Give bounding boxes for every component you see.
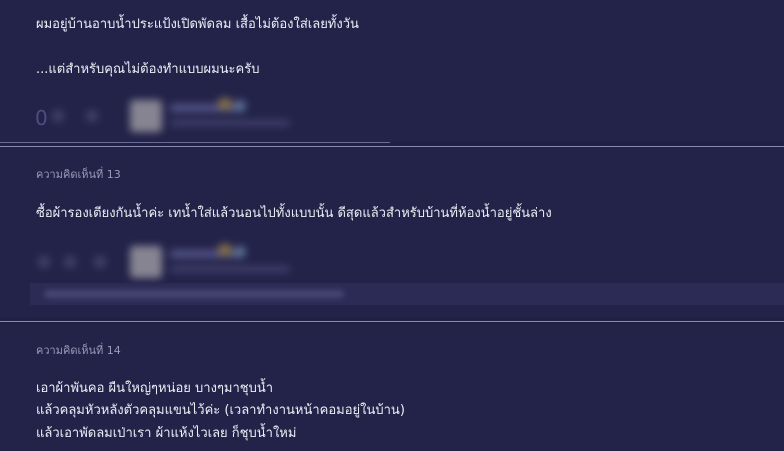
- divider: [0, 146, 784, 147]
- comment-text-line-2: ...แต่สำหรับคุณไม่ต้องทำแบบผมนะครับ: [36, 62, 260, 77]
- comment-author-row: [30, 98, 360, 138]
- thumbs-up-icon[interactable]: [52, 110, 64, 122]
- divider: [0, 142, 390, 143]
- thumbs-up-icon[interactable]: [38, 256, 50, 268]
- post-meta: [170, 266, 290, 272]
- comment-14: ความคิดเห็นที่ 14 เอาผ้าพันคอ ผืนใหญ่ๆหน…: [0, 324, 784, 451]
- comment-previous: ผมอยู่บ้านอาบน้ำประแป้งเปิดพัดลม เสื้อไม…: [0, 0, 784, 142]
- comment-text-line-2: แล้วคลุมหัวหลังตัวคลุมแขนไว้ค่ะ (เวลาทำง…: [36, 403, 405, 418]
- member-badge-icon: [234, 100, 246, 112]
- avatar[interactable]: [130, 100, 162, 132]
- post-meta: [170, 120, 290, 126]
- comment-text-line-1: ผมอยู่บ้านอาบน้ำประแป้งเปิดพัดลม เสื้อไม…: [36, 17, 359, 32]
- emotion-icon[interactable]: [94, 256, 106, 268]
- comment-number-label: ความคิดเห็นที่ 14: [36, 344, 121, 357]
- member-badge-icon: [234, 246, 246, 258]
- reply-strip[interactable]: [30, 283, 784, 305]
- comment-text-line-1: เอาผ้าพันคอ ผืนใหญ่ๆหน่อย บางๆมาชุบน้ำ: [36, 381, 274, 396]
- reply-preview: [44, 290, 344, 298]
- divider: [0, 321, 784, 322]
- emotion-icon[interactable]: [86, 110, 98, 122]
- comment-number-label: ความคิดเห็นที่ 13: [36, 168, 121, 181]
- emotion-icon[interactable]: [64, 256, 76, 268]
- comment-author-row: [30, 244, 360, 284]
- avatar[interactable]: [130, 246, 162, 278]
- member-badge-icon: [218, 98, 232, 110]
- comment-text-line-3: แล้วเอาพัดลมเป่าเรา ผ้าแห้งไวเลย ก็ชุบน้…: [36, 426, 297, 441]
- member-badge-icon: [218, 244, 232, 256]
- comment-text-line-1: ซื้อผ้ารองเตียงกันน้ำค่ะ เทน้ำใส่แล้วนอน…: [36, 206, 552, 221]
